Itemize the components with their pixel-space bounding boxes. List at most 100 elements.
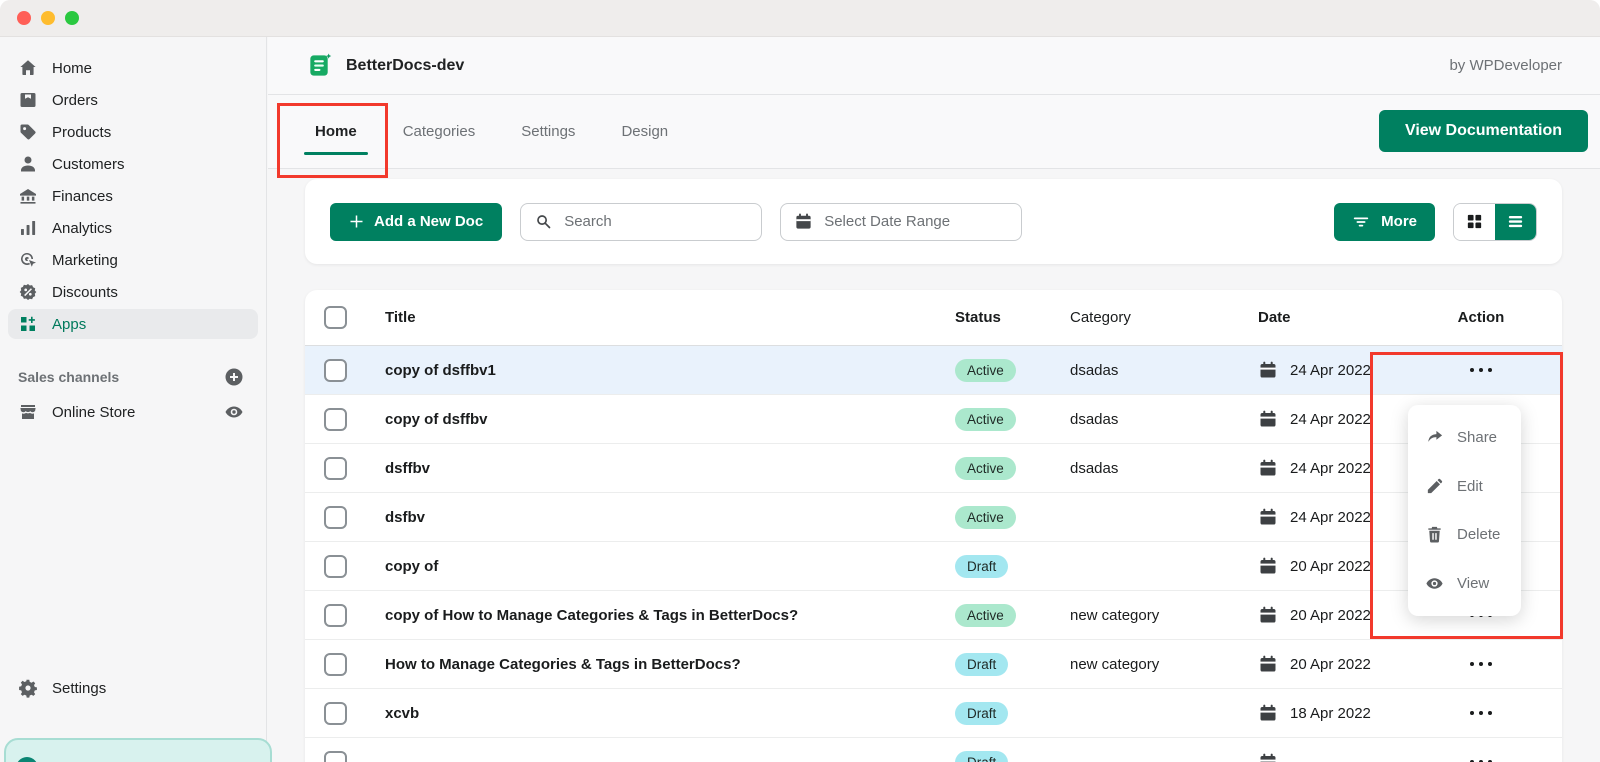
close-window-button[interactable] (17, 11, 31, 25)
settings-label: Settings (52, 679, 107, 697)
row-actions-dots-button[interactable] (1464, 654, 1498, 674)
analytics-icon (18, 218, 38, 238)
doc-title: copy of dsffbv1 (385, 361, 496, 379)
grid-view-button[interactable] (1454, 203, 1495, 240)
toast-notification (4, 738, 272, 762)
plus-icon (349, 214, 364, 229)
row-actions-dots-button[interactable] (1464, 360, 1498, 380)
menu-item-view[interactable]: View (1408, 559, 1521, 608)
row-checkbox[interactable] (323, 701, 347, 725)
sidebar-item-discounts[interactable]: Discounts (8, 277, 258, 307)
doc-date: 18 Apr 2022 (1290, 704, 1371, 722)
doc-date: 24 Apr 2022 (1290, 361, 1371, 379)
discounts-icon (18, 282, 38, 302)
list-view-button[interactable] (1495, 203, 1536, 240)
view-mode-toggle (1453, 202, 1537, 241)
search-placeholder: Search (564, 213, 612, 230)
apps-icon (18, 314, 38, 334)
select-all-checkbox[interactable] (323, 306, 347, 329)
sidebar-item-finances[interactable]: Finances (8, 181, 258, 211)
sidebar-item-products[interactable]: Products (8, 117, 258, 147)
calendar-icon (1258, 409, 1278, 429)
tab-home[interactable]: Home (292, 95, 380, 168)
table-body: copy of dsffbv1 Active dsadas 24 Apr 202… (305, 346, 1562, 762)
status-badge: Active (955, 358, 1016, 382)
column-header-title: Title (385, 309, 416, 326)
share-icon (1425, 428, 1444, 447)
doc-category: dsadas (1070, 459, 1119, 477)
doc-date: 24 Apr 2022 (1290, 508, 1371, 526)
row-checkbox[interactable] (323, 456, 347, 480)
doc-category: new category (1070, 606, 1160, 624)
online-store-label: Online Store (52, 403, 136, 421)
betterdocs-logo-icon (306, 52, 333, 79)
row-checkbox[interactable] (323, 603, 347, 627)
main-area: BetterDocs-dev by WPDeveloper Home Categ… (268, 37, 1600, 762)
sidebar-nav: Home Orders Products Customers Finances … (0, 37, 266, 339)
tab-categories[interactable]: Categories (380, 95, 499, 168)
add-new-doc-button[interactable]: Add a New Doc (330, 202, 503, 241)
grid-view-icon (1465, 212, 1484, 231)
status-badge: Active (955, 603, 1016, 627)
search-input[interactable]: Search (520, 202, 763, 241)
orders-icon (18, 90, 38, 110)
minimize-window-button[interactable] (41, 11, 55, 25)
menu-item-edit[interactable]: Edit (1408, 462, 1521, 511)
calendar-icon (794, 212, 813, 231)
more-filters-button[interactable]: More (1334, 202, 1435, 241)
search-icon (534, 212, 553, 231)
doc-date: 20 Apr 2022 (1290, 655, 1371, 673)
eye-icon[interactable] (224, 402, 244, 422)
column-header-action: Action (1457, 309, 1505, 326)
sidebar-item-marketing[interactable]: Marketing (8, 245, 258, 275)
table-row: Draft (305, 738, 1562, 762)
date-range-input[interactable]: Select Date Range (780, 202, 1023, 241)
sidebar-item-orders[interactable]: Orders (8, 85, 258, 115)
calendar-icon (1258, 703, 1278, 723)
eye-icon (1425, 574, 1444, 593)
status-badge: Draft (955, 554, 1009, 578)
column-header-category: Category (1070, 309, 1131, 326)
list-view-icon (1506, 212, 1525, 231)
doc-date: 24 Apr 2022 (1290, 459, 1371, 477)
row-actions-dots-button[interactable] (1464, 703, 1498, 723)
status-badge: Active (955, 407, 1016, 431)
sidebar-item-settings[interactable]: Settings (8, 673, 258, 703)
row-checkbox[interactable] (323, 554, 347, 578)
date-range-placeholder: Select Date Range (824, 213, 951, 230)
sidebar-item-online-store[interactable]: Online Store (8, 397, 258, 427)
table-row: How to Manage Categories & Tags in Bette… (305, 640, 1562, 689)
tab-design[interactable]: Design (598, 95, 691, 168)
row-checkbox[interactable] (323, 358, 347, 382)
sidebar-item-apps[interactable]: Apps (8, 309, 258, 339)
row-checkbox[interactable] (323, 652, 347, 676)
plus-circle-icon[interactable] (224, 367, 244, 387)
calendar-icon (1258, 360, 1278, 380)
zoom-window-button[interactable] (65, 11, 79, 25)
sales-channels-label: Sales channels (18, 369, 120, 385)
row-checkbox[interactable] (323, 407, 347, 431)
finances-icon (18, 186, 38, 206)
view-documentation-button[interactable]: View Documentation (1378, 110, 1588, 152)
calendar-icon (1258, 458, 1278, 478)
menu-item-delete[interactable]: Delete (1408, 511, 1521, 560)
storefront-icon (18, 402, 38, 422)
table-row: copy of How to Manage Categories & Tags … (305, 591, 1562, 640)
customers-icon (18, 154, 38, 174)
row-checkbox[interactable] (323, 750, 347, 762)
doc-title: xcvb (385, 704, 420, 722)
row-actions-dots-button[interactable] (1464, 752, 1498, 762)
tab-settings[interactable]: Settings (498, 95, 598, 168)
toolbar: Add a New Doc Search Select Date Range M… (305, 179, 1562, 264)
sidebar-item-analytics[interactable]: Analytics (8, 213, 258, 243)
column-header-date: Date (1258, 309, 1291, 326)
menu-item-share[interactable]: Share (1408, 413, 1521, 462)
row-checkbox[interactable] (323, 505, 347, 529)
marketing-icon (18, 250, 38, 270)
sidebar-item-customers[interactable]: Customers (8, 149, 258, 179)
tab-bar: Home Categories Settings Design View Doc… (268, 95, 1600, 169)
table-row: dsffbv Active dsadas 24 Apr 2022 (305, 444, 1562, 493)
doc-title: dsffbv (385, 459, 430, 477)
status-badge: Active (955, 505, 1016, 529)
sidebar-item-home[interactable]: Home (8, 53, 258, 83)
